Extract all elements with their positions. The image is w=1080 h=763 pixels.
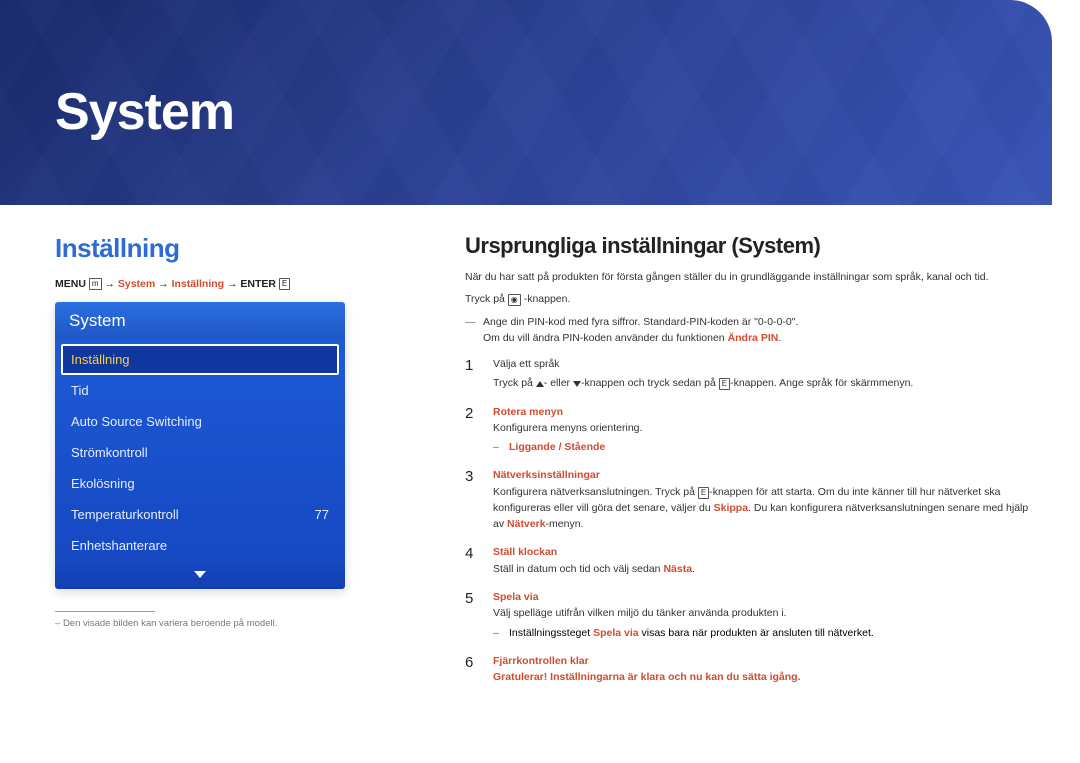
step-1: Välja ett språk Tryck på - eller -knappe… (465, 356, 1030, 392)
menu-icon: m (89, 278, 102, 290)
power-icon: ◉ (508, 294, 521, 306)
menu-item-value: 77 (315, 507, 329, 522)
enter-icon: E (279, 278, 290, 290)
section-title: Inställning (55, 233, 345, 264)
step-3: Nätverksinställningar Konfigurera nätver… (465, 467, 1030, 532)
menu-item-tid[interactable]: Tid (61, 375, 339, 406)
intro-text-2: Tryck på ◉ -knappen. (465, 291, 1030, 307)
menu-item-label: Auto Source Switching (71, 414, 202, 429)
enter-icon: E (698, 487, 709, 499)
content-title: Ursprungliga inställningar (System) (465, 233, 1030, 259)
footnote-divider (55, 611, 155, 612)
intro-text: När du har satt på produkten för första … (465, 269, 1030, 285)
enter-icon: E (719, 378, 730, 390)
menu-header: System (55, 302, 345, 340)
step-4: Ställ klockan Ställ in datum och tid och… (465, 544, 1030, 577)
footnote: – Den visade bilden kan variera beroende… (55, 618, 345, 629)
breadcrumb-menu: MENU (55, 278, 86, 290)
menu-item-label: Enhetshanterare (71, 538, 167, 553)
menu-item-ekolosning[interactable]: Ekolösning (61, 468, 339, 499)
pin-note: Ange din PIN-kod med fyra siffror. Stand… (465, 314, 1030, 347)
breadcrumb-system: System (118, 278, 155, 290)
menu-item-label: Strömkontroll (71, 445, 148, 460)
page-banner: System (0, 0, 1052, 205)
menu-item-enhetshanterare[interactable]: Enhetshanterare (61, 530, 339, 561)
system-menu-panel: System Inställning Tid Auto Source Switc… (55, 302, 345, 589)
breadcrumb-installning: Inställning (172, 278, 225, 290)
menu-item-temperaturkontroll[interactable]: Temperaturkontroll 77 (61, 499, 339, 530)
page-title: System (55, 82, 234, 142)
menu-item-label: Temperaturkontroll (71, 507, 179, 522)
chevron-down-icon (194, 571, 206, 578)
breadcrumb: MENU m → System → Inställning → ENTER E (55, 278, 345, 290)
menu-item-stromkontroll[interactable]: Strömkontroll (61, 437, 339, 468)
menu-item-auto-source[interactable]: Auto Source Switching (61, 406, 339, 437)
menu-item-label: Tid (71, 383, 89, 398)
breadcrumb-enter: ENTER (240, 278, 276, 290)
up-icon (536, 381, 544, 387)
menu-item-label: Ekolösning (71, 476, 135, 491)
menu-item-installning[interactable]: Inställning (61, 344, 339, 375)
step-5: Spela via Välj spelläge utifrån vilken m… (465, 589, 1030, 641)
setup-steps: Välja ett språk Tryck på - eller -knappe… (465, 356, 1030, 685)
step-2: Rotera menyn Konfigurera menyns orienter… (465, 404, 1030, 456)
step-6: Fjärrkontrollen klar Gratulerar! Inställ… (465, 653, 1030, 686)
menu-scroll-down[interactable] (55, 561, 345, 589)
down-icon (573, 381, 581, 387)
menu-item-label: Inställning (71, 352, 130, 367)
